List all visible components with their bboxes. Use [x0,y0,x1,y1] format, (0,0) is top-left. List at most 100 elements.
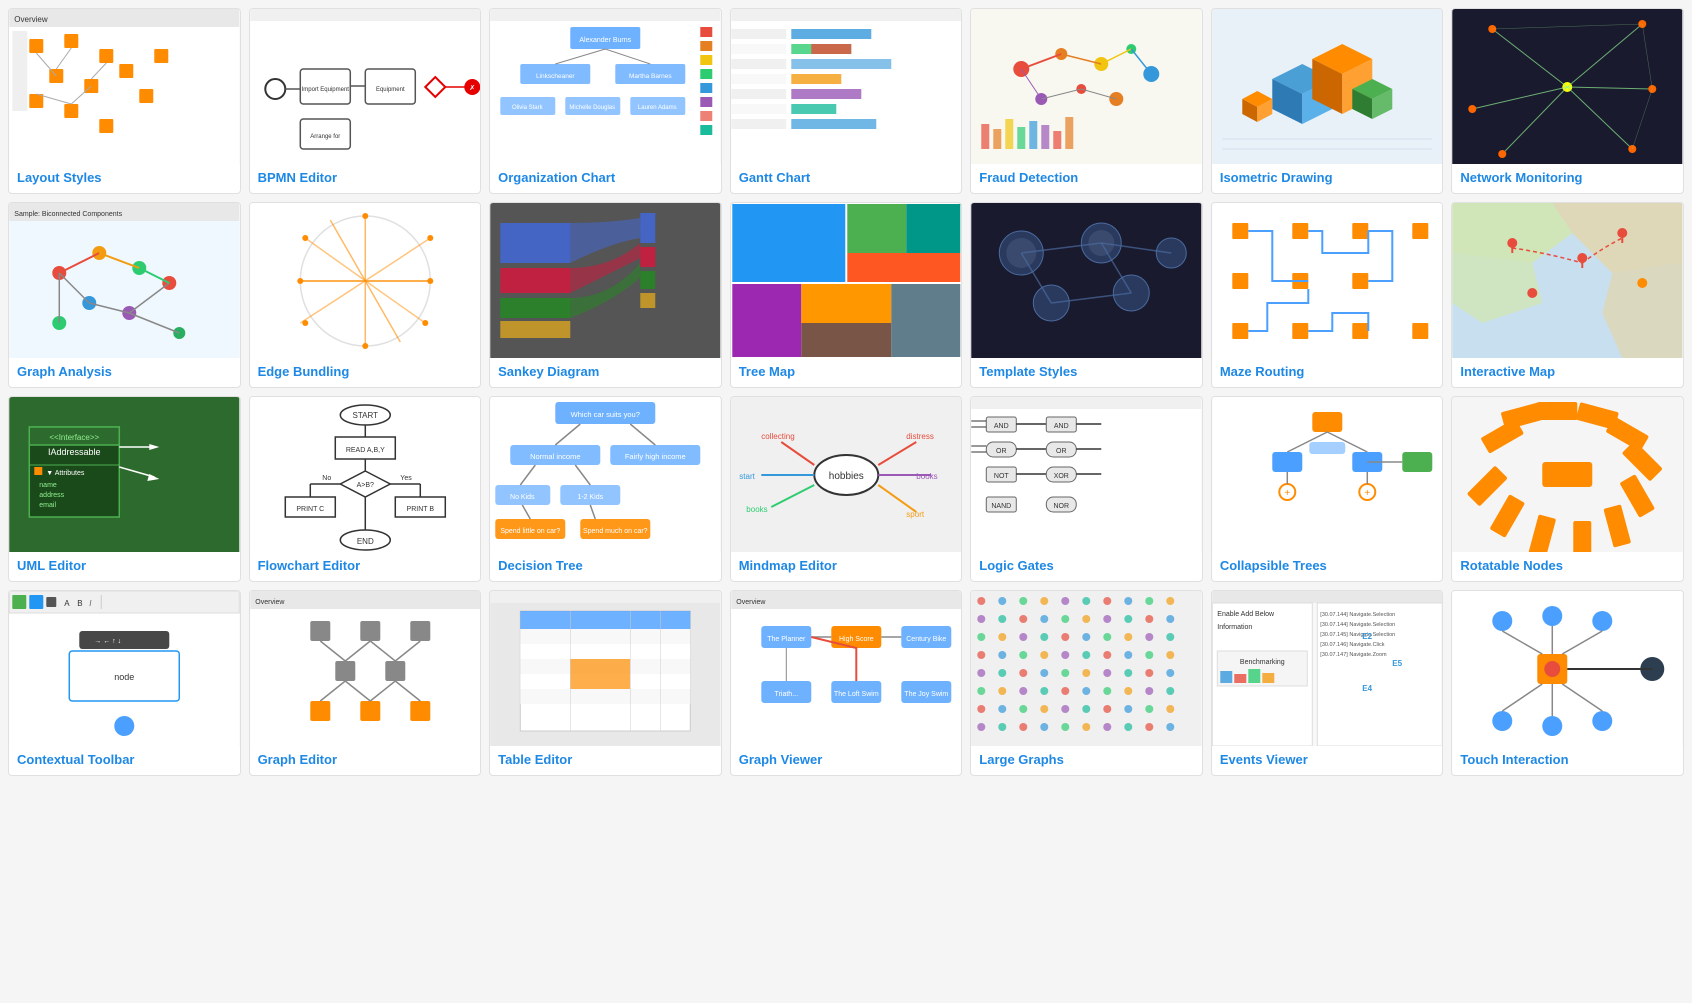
preview-fraud-detection [971,9,1202,164]
svg-text:distress: distress [906,432,934,441]
svg-text:Which car suits you?: Which car suits you? [571,410,640,419]
svg-text:END: END [356,537,373,546]
preview-graph-analysis: Sample: Biconnected Components [9,203,240,358]
svg-text:AND: AND [1054,423,1069,430]
svg-text:Benchmarking: Benchmarking [1240,659,1285,666]
preview-uml-editor: <<Interface>> IAddressable ▼ Attributes … [9,397,240,552]
card-graph-editor[interactable]: Overview Graph Editor [249,590,482,776]
svg-text:E2: E2 [1362,632,1372,641]
svg-text:NOT: NOT [994,473,1010,480]
card-uml-editor[interactable]: <<Interface>> IAddressable ▼ Attributes … [8,396,241,582]
svg-text:[30.07.144] Navigate.Selection: [30.07.144] Navigate.Selection [1320,612,1395,618]
svg-text:B: B [77,599,82,608]
label-interactive-map: Interactive Map [1452,358,1683,387]
card-maze-routing[interactable]: Maze Routing [1211,202,1444,388]
card-fraud-detection[interactable]: Fraud Detection [970,8,1203,194]
card-logic-gates[interactable]: AND AND OR OR NOT XOR NAND NOR [970,396,1203,582]
svg-text:✗: ✗ [469,84,475,92]
svg-text:Alexander Burns: Alexander Burns [580,37,632,44]
svg-text:The Joy Swim: The Joy Swim [904,691,948,698]
preview-rotatable-nodes [1452,397,1683,552]
svg-text:Arrange for: Arrange for [310,134,340,140]
svg-text:Overview: Overview [736,599,766,606]
label-logic-gates: Logic Gates [971,552,1202,581]
label-fraud-detection: Fraud Detection [971,164,1202,193]
card-tree-map[interactable]: Tree Map [730,202,963,388]
svg-text:PRINT B: PRINT B [406,506,434,513]
svg-text:Olivia Stark: Olivia Stark [512,105,544,111]
svg-text:IAddressable: IAddressable [48,447,101,457]
preview-contextual-toolbar: A B I node → ← ↑ ↓ [9,591,240,746]
preview-tree-map [731,203,962,358]
label-decision-tree: Decision Tree [490,552,721,581]
preview-maze-routing [1212,203,1443,358]
preview-edge-bundling [250,203,481,358]
svg-text:Fairly high income: Fairly high income [625,452,686,461]
card-collapsible-trees[interactable]: + + Collapsible Trees [1211,396,1444,582]
svg-text:books: books [916,472,937,481]
svg-text:[30.07.144] Navigate.Selection: [30.07.144] Navigate.Selection [1320,622,1395,628]
card-organization-chart[interactable]: Alexander Burns Linkscheaner Martha Barn… [489,8,722,194]
svg-text:E5: E5 [1392,659,1402,668]
svg-text:start: start [739,472,755,481]
label-touch-interaction: Touch Interaction [1452,746,1683,775]
label-organization-chart: Organization Chart [490,164,721,193]
svg-text:address: address [39,492,64,499]
card-gantt-chart[interactable]: Gantt Chart [730,8,963,194]
label-contextual-toolbar: Contextual Toolbar [9,746,240,775]
card-graph-analysis[interactable]: Sample: Biconnected Components Graph Ana… [8,202,241,388]
svg-text:Overview: Overview [255,599,285,606]
svg-text:OR: OR [1056,448,1067,455]
svg-text:Triath...: Triath... [774,691,798,698]
svg-text:E4: E4 [1362,684,1372,693]
card-rotatable-nodes[interactable]: Rotatable Nodes [1451,396,1684,582]
label-sankey-diagram: Sankey Diagram [490,358,721,387]
svg-text:node: node [114,672,134,682]
card-isometric-drawing[interactable]: Isometric Drawing [1211,8,1444,194]
card-layout-styles[interactable]: Overview Layout Styles [8,8,241,194]
card-touch-interaction[interactable]: Touch Interaction [1451,590,1684,776]
svg-text:NOR: NOR [1054,503,1070,510]
svg-text:Yes: Yes [400,475,412,482]
card-decision-tree[interactable]: Which car suits you? Normal income Fairl… [489,396,722,582]
svg-text:The Planner: The Planner [767,636,806,643]
svg-text:Lauren Adams: Lauren Adams [638,105,677,111]
preview-graph-editor: Overview [250,591,481,746]
label-tree-map: Tree Map [731,358,962,387]
svg-text:[30.07.147] Navigate.Zoom: [30.07.147] Navigate.Zoom [1320,652,1387,658]
label-graph-analysis: Graph Analysis [9,358,240,387]
svg-text:START: START [352,411,378,420]
card-events-viewer[interactable]: Enable Add Below Information [30.07.144]… [1211,590,1444,776]
svg-text:+: + [1284,488,1290,499]
card-bpmn-editor[interactable]: Import Equipment Equipment ✗ Arrange for… [249,8,482,194]
svg-text:Century Bike: Century Bike [906,636,946,643]
card-interactive-map[interactable]: Interactive Map [1451,202,1684,388]
card-flowchart-editor[interactable]: START READ A,B,Y A>B? No Yes PRINT C PRI… [249,396,482,582]
preview-sankey-diagram [490,203,721,358]
card-mindmap-editor[interactable]: hobbies collecting start books distress … [730,396,963,582]
label-collapsible-trees: Collapsible Trees [1212,552,1443,581]
card-table-editor[interactable]: Table Editor [489,590,722,776]
label-rotatable-nodes: Rotatable Nodes [1452,552,1683,581]
svg-text:Equipment: Equipment [376,87,405,93]
preview-flowchart-editor: START READ A,B,Y A>B? No Yes PRINT C PRI… [250,397,481,552]
card-edge-bundling[interactable]: Edge Bundling [249,202,482,388]
svg-text:Normal income: Normal income [530,452,580,461]
card-contextual-toolbar[interactable]: A B I node → ← ↑ ↓ Contextual Toolbar [8,590,241,776]
svg-text:collecting: collecting [761,432,794,441]
card-network-monitoring[interactable]: Network Monitoring [1451,8,1684,194]
card-large-graphs[interactable]: Large Graphs [970,590,1203,776]
svg-text:A: A [64,599,70,608]
card-sankey-diagram[interactable]: Sankey Diagram [489,202,722,388]
svg-text:<<Interface>>: <<Interface>> [49,433,99,442]
card-template-styles[interactable]: Template Styles [970,202,1203,388]
svg-text:books: books [746,505,767,514]
svg-text:→ ← ↑ ↓: → ← ↑ ↓ [94,638,121,645]
svg-text:A>B?: A>B? [356,482,373,489]
svg-text:Spend little on car?: Spend little on car? [500,528,560,535]
preview-large-graphs [971,591,1202,746]
card-graph-viewer[interactable]: Overview The Planner High Score Century … [730,590,963,776]
svg-text:email: email [39,502,56,509]
label-maze-routing: Maze Routing [1212,358,1443,387]
preview-bpmn-editor: Import Equipment Equipment ✗ Arrange for [250,9,481,164]
